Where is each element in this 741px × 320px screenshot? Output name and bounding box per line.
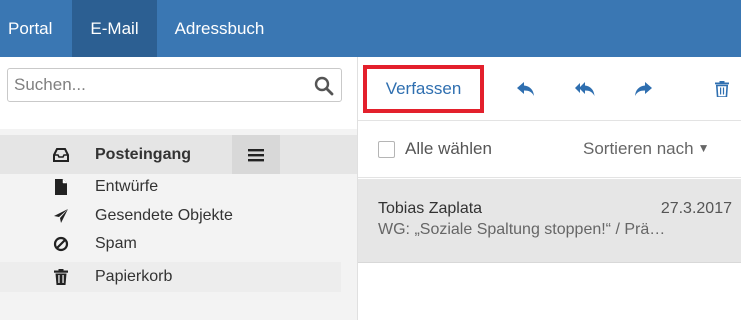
mail-list-panel: Verfassen Alle wählen Sortieren nach ▼ To… bbox=[357, 57, 741, 320]
inbox-icon bbox=[53, 147, 69, 163]
search-box bbox=[7, 68, 342, 102]
folder-gesendete-objekte[interactable]: Gesendete Objekte bbox=[0, 199, 357, 232]
folder-label: Gesendete Objekte bbox=[95, 206, 233, 224]
spam-icon bbox=[53, 236, 69, 252]
select-all-checkbox[interactable] bbox=[378, 141, 395, 158]
select-all-label[interactable]: Alle wählen bbox=[405, 139, 492, 159]
folder-entwuerfe[interactable]: Entwürfe bbox=[0, 175, 357, 199]
delete-icon[interactable] bbox=[711, 79, 733, 99]
top-navigation: Portal E-Mail Adressbuch bbox=[0, 0, 741, 57]
reply-all-icon[interactable] bbox=[574, 79, 596, 99]
folder-papierkorb[interactable]: Papierkorb bbox=[0, 262, 341, 292]
send-icon bbox=[53, 208, 69, 224]
forward-icon[interactable] bbox=[632, 79, 654, 99]
folder-menu-icon[interactable] bbox=[232, 135, 280, 174]
folder-label: Spam bbox=[95, 235, 137, 252]
folder-posteingang[interactable]: Posteingang bbox=[0, 135, 357, 174]
message-date: 27.3.2017 bbox=[660, 200, 732, 217]
sort-label: Sortieren nach bbox=[583, 139, 694, 158]
compose-button[interactable]: Verfassen bbox=[363, 65, 484, 113]
search-icon[interactable] bbox=[313, 75, 335, 97]
reply-icon[interactable] bbox=[515, 79, 537, 99]
list-header: Alle wählen Sortieren nach ▼ bbox=[358, 121, 741, 178]
folder-list: Posteingang Entwürfe Gesendete Objekte S… bbox=[0, 135, 357, 292]
caret-down-icon: ▼ bbox=[697, 141, 710, 155]
trash-icon bbox=[53, 269, 69, 285]
folder-label: Papierkorb bbox=[95, 268, 173, 285]
sort-dropdown[interactable]: Sortieren nach ▼ bbox=[583, 139, 709, 159]
folder-spam[interactable]: Spam bbox=[0, 232, 357, 256]
toolbar: Verfassen bbox=[358, 57, 741, 121]
tab-email[interactable]: E-Mail bbox=[72, 0, 157, 57]
tab-adressbuch[interactable]: Adressbuch bbox=[157, 0, 283, 57]
sidebar: Posteingang Entwürfe Gesendete Objekte S… bbox=[0, 57, 357, 320]
draft-icon bbox=[53, 179, 69, 195]
search-input[interactable] bbox=[8, 69, 298, 101]
folder-label: Entwürfe bbox=[95, 178, 159, 195]
message-row[interactable]: Tobias Zaplata 27.3.2017 WG: „Soziale Sp… bbox=[358, 179, 741, 263]
tab-portal[interactable]: Portal bbox=[0, 0, 72, 57]
message-sender: Tobias Zaplata bbox=[378, 200, 483, 217]
folder-label: Posteingang bbox=[95, 145, 192, 163]
message-subject: WG: „Soziale Spaltung stoppen!“ / Prä… bbox=[378, 221, 666, 238]
